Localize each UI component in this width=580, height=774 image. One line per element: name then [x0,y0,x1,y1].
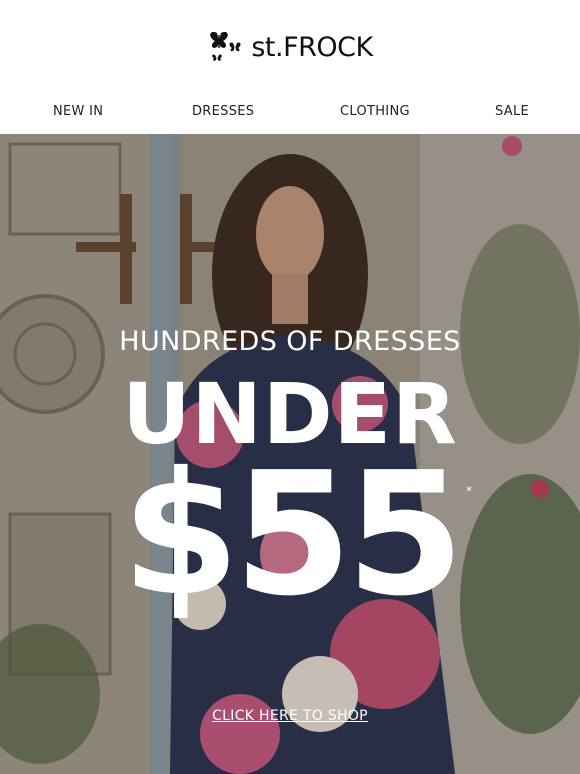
hero-price: $55 [121,436,465,634]
shop-now-link[interactable]: CLICK HERE TO SHOP [0,708,580,724]
nav-item-clothing[interactable]: CLOTHING [340,104,410,119]
hero-subheadline: HUNDREDS OF DRESSES [119,326,461,357]
butterflies-icon [207,29,247,65]
hero-banner[interactable]: HUNDREDS OF DRESSES UNDER $55 * CLICK HE… [0,134,580,774]
email-header: st.FROCK [0,0,580,94]
price-asterisk: * [466,484,472,498]
top-navigation: NEW IN DRESSES CLOTHING SALE [0,94,580,134]
nav-item-sale[interactable]: SALE [495,104,529,119]
nav-item-new-in[interactable]: NEW IN [53,104,103,119]
nav-item-dresses[interactable]: DRESSES [192,104,254,119]
brand-name: st.FROCK [251,31,373,63]
brand-logo[interactable]: st.FROCK [207,29,373,65]
